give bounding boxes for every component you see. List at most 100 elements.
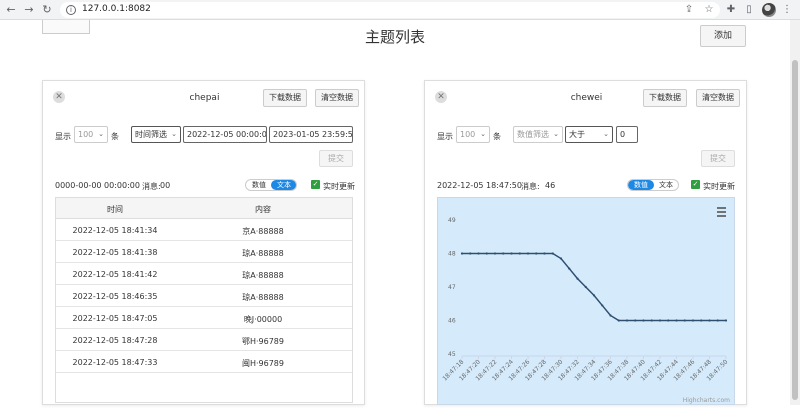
view-text-option[interactable]: 文本 bbox=[271, 180, 296, 190]
data-point[interactable] bbox=[551, 252, 554, 255]
table-row: 2022-12-05 18:41:34 京A·88888 bbox=[56, 219, 352, 241]
data-point[interactable] bbox=[601, 304, 604, 307]
view-numeric-option[interactable]: 数值 bbox=[628, 180, 654, 190]
series-line bbox=[462, 252, 726, 322]
threshold-input[interactable]: 0 bbox=[616, 126, 638, 143]
table-row: 2022-12-05 18:41:38 琼A·88888 bbox=[56, 241, 352, 263]
url-text: 127.0.0.1:8082 bbox=[82, 4, 151, 14]
data-point[interactable] bbox=[667, 319, 670, 322]
scroll-thumb[interactable] bbox=[792, 60, 798, 400]
chart-credit: Highcharts.com bbox=[683, 397, 730, 404]
data-point[interactable] bbox=[592, 294, 596, 297]
count-select[interactable]: 100 ⌄ bbox=[456, 126, 490, 143]
row-time: 2022-12-05 18:47:28 bbox=[72, 336, 158, 345]
share-icon[interactable]: ⇪ bbox=[682, 3, 696, 17]
data-point[interactable] bbox=[683, 319, 686, 322]
view-toggle[interactable]: 数值 文本 bbox=[627, 179, 679, 191]
data-point[interactable] bbox=[700, 319, 703, 322]
column-header-content: 内容 bbox=[255, 205, 271, 214]
row-content: 京A·88888 bbox=[242, 227, 284, 236]
chevron-down-icon: ⌄ bbox=[553, 130, 559, 138]
data-point[interactable] bbox=[485, 252, 488, 255]
filter-type-select[interactable]: 数值筛选 ⌄ bbox=[513, 126, 563, 143]
data-point[interactable] bbox=[658, 319, 662, 322]
data-point[interactable] bbox=[691, 319, 695, 322]
data-point[interactable] bbox=[617, 319, 620, 322]
filter-type-value: 时间筛选 bbox=[135, 130, 167, 139]
data-point[interactable] bbox=[634, 319, 637, 322]
data-point[interactable] bbox=[477, 252, 480, 255]
forward-icon[interactable]: → bbox=[22, 3, 36, 17]
data-point[interactable] bbox=[502, 252, 505, 255]
data-point[interactable] bbox=[559, 257, 563, 260]
row-time: 2022-12-05 18:46:35 bbox=[72, 292, 158, 301]
data-point[interactable] bbox=[708, 319, 711, 322]
topic-panel-chewei: ✕ chewei 下载数据 清空数据 显示 100 ⌄ 条 数值筛选 ⌄ 大于 ⌄ 0… bbox=[424, 80, 747, 405]
star-icon[interactable]: ☆ bbox=[702, 3, 716, 17]
row-content: 闽H·96789 bbox=[241, 359, 284, 368]
view-toggle[interactable]: 数值 文本 bbox=[245, 179, 297, 191]
data-point[interactable] bbox=[526, 252, 530, 255]
reload-icon[interactable]: ↻ bbox=[40, 3, 54, 17]
view-numeric-option[interactable]: 数值 bbox=[246, 180, 272, 190]
sidebar-icon[interactable]: ▯ bbox=[742, 3, 756, 17]
row-content: 琼A·88888 bbox=[242, 249, 284, 258]
operator-select[interactable]: 大于 ⌄ bbox=[565, 126, 613, 143]
data-point[interactable] bbox=[518, 252, 521, 255]
data-point[interactable] bbox=[716, 319, 719, 322]
data-point[interactable] bbox=[460, 252, 464, 255]
row-content: 琼A·88888 bbox=[242, 271, 284, 280]
browser-toolbar: ← → ↻ i 127.0.0.1:8082 ⇪ ☆ ✚ ▯ ⋮ bbox=[0, 0, 800, 20]
add-button[interactable]: 添加 bbox=[700, 25, 746, 47]
data-point[interactable] bbox=[535, 252, 538, 255]
address-bar[interactable]: i 127.0.0.1:8082 bbox=[60, 2, 720, 18]
status-message-label: 消息: bbox=[142, 182, 161, 191]
data-point[interactable] bbox=[609, 314, 612, 317]
avatar[interactable] bbox=[762, 3, 776, 17]
data-point[interactable] bbox=[675, 319, 678, 322]
more-icon[interactable]: ⋮ bbox=[780, 3, 794, 17]
page-scrollbar[interactable] bbox=[790, 20, 800, 405]
data-point[interactable] bbox=[625, 319, 629, 322]
show-label: 显示 bbox=[55, 132, 71, 141]
data-point[interactable] bbox=[469, 252, 472, 255]
table-row: 2022-12-05 18:41:42 琼A·88888 bbox=[56, 263, 352, 285]
extensions-icon[interactable]: ✚ bbox=[724, 3, 738, 17]
data-point[interactable] bbox=[642, 319, 645, 322]
data-point[interactable] bbox=[493, 252, 497, 255]
filter-type-select[interactable]: 时间筛选 ⌄ bbox=[131, 126, 181, 143]
count-unit: 条 bbox=[493, 132, 501, 141]
y-tick-label: 46 bbox=[448, 318, 456, 325]
info-icon[interactable]: i bbox=[66, 5, 76, 15]
download-button[interactable]: 下载数据 bbox=[643, 89, 687, 107]
line-chart: 45 46 47 48 49 18:47:18 18:47:20 18:47:22 18:47… bbox=[437, 197, 735, 405]
start-time-input[interactable]: 2022-12-05 00:00:00 bbox=[183, 126, 267, 143]
chevron-down-icon: ⌄ bbox=[603, 130, 609, 138]
count-value: 100 bbox=[460, 130, 476, 139]
end-time-input[interactable]: 2023-01-05 23:59:59 bbox=[269, 126, 353, 143]
view-text-option[interactable]: 文本 bbox=[653, 180, 678, 190]
checkbox-icon[interactable]: ✓ bbox=[691, 180, 700, 189]
download-button[interactable]: 下载数据 bbox=[263, 89, 307, 107]
checkbox-icon[interactable]: ✓ bbox=[311, 180, 320, 189]
data-point[interactable] bbox=[576, 277, 579, 280]
data-point[interactable] bbox=[584, 285, 587, 289]
row-time: 2022-12-05 18:41:42 bbox=[72, 270, 158, 279]
y-tick-label: 49 bbox=[448, 217, 456, 224]
realtime-label: 实时更新 bbox=[323, 182, 355, 191]
page-title: 主题列表 bbox=[364, 28, 425, 46]
clear-button[interactable]: 清空数据 bbox=[315, 89, 359, 107]
count-select[interactable]: 100 ⌄ bbox=[74, 126, 108, 143]
submit-button[interactable]: 提交 bbox=[701, 150, 735, 167]
row-time: 2022-12-05 18:41:38 bbox=[72, 248, 158, 257]
hamburger-menu-icon[interactable] bbox=[714, 206, 728, 218]
submit-button[interactable]: 提交 bbox=[319, 150, 353, 167]
table-row: 2022-12-05 18:47:28 鄂H·96789 bbox=[56, 329, 352, 351]
data-point[interactable] bbox=[568, 267, 571, 270]
back-icon[interactable]: ← bbox=[4, 3, 18, 17]
clear-button[interactable]: 清空数据 bbox=[696, 89, 740, 107]
data-point[interactable] bbox=[650, 319, 653, 322]
data-point[interactable] bbox=[543, 252, 546, 255]
data-point[interactable] bbox=[510, 252, 513, 255]
data-point[interactable] bbox=[724, 319, 728, 322]
